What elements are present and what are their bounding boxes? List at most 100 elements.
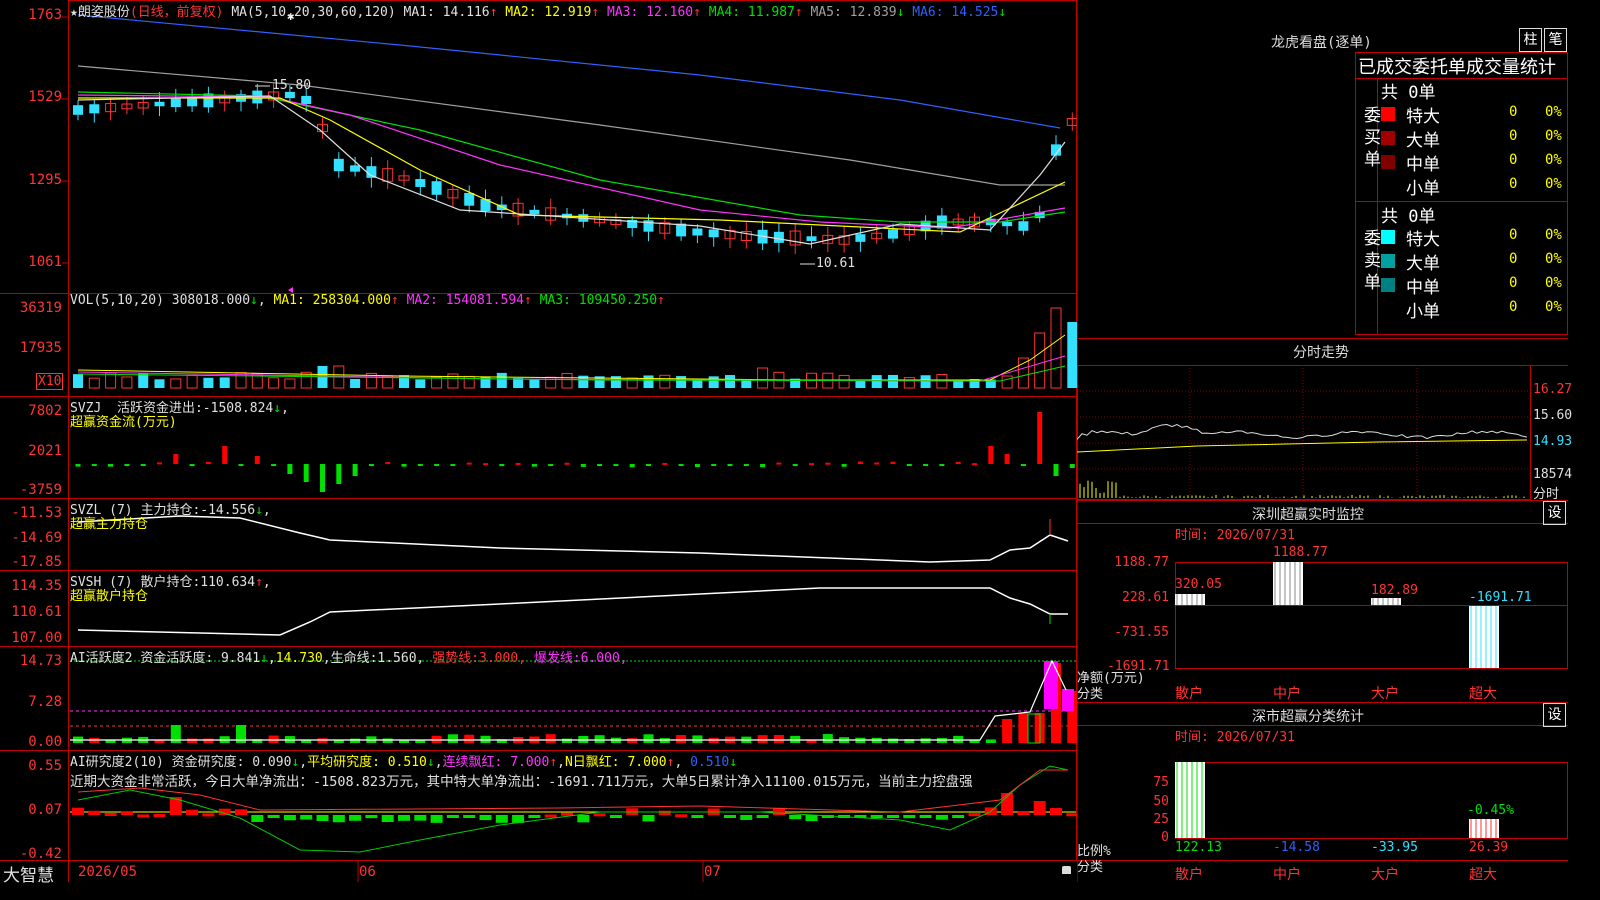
volume-bar — [561, 372, 573, 389]
research-bar — [544, 814, 557, 818]
research-bar — [186, 809, 199, 815]
volume-bar — [415, 379, 426, 388]
flow-bar — [629, 464, 635, 468]
flow-bar — [890, 461, 896, 464]
low-price-label: 10.61 — [816, 256, 856, 271]
research-bar — [251, 815, 264, 822]
research-bar — [675, 814, 688, 818]
active-bar — [431, 735, 442, 743]
order-row-count: 0 — [1509, 176, 1518, 192]
volume-bar — [676, 376, 687, 388]
research-bar — [691, 815, 704, 818]
sell-total: 共 0单 — [1381, 207, 1436, 227]
research-bar — [495, 815, 508, 823]
order-swatch — [1381, 107, 1395, 121]
active-bar — [350, 738, 361, 743]
vol-ma-value-arrow: ↑ — [657, 293, 665, 308]
active-bar — [594, 735, 605, 743]
research-bar — [528, 815, 541, 818]
order-row-pct: 0% — [1545, 251, 1562, 267]
active-bar — [268, 735, 279, 743]
category-label: 超大 — [1469, 686, 1497, 702]
vol-unit-button[interactable]: X10 — [36, 373, 64, 390]
research-bar — [903, 815, 916, 819]
price-panel-title: ★朗姿股份(日线，前复权) MA(5,10,20,30,60,120) MA1:… — [70, 1, 1006, 20]
main-chart-canvas[interactable]: ✱ — [0, 0, 1077, 882]
flow-bar — [124, 464, 130, 466]
active-top-bar — [1062, 689, 1074, 711]
ai-research-summary: 近期大资金非常活跃，今日大单净流出：-1508.823万元，其中特大单净流出：-… — [70, 774, 973, 790]
order-row-name: 小单 — [1406, 179, 1440, 199]
flow-bar — [825, 462, 831, 465]
flow-bar — [597, 464, 603, 466]
candle-body — [773, 231, 784, 243]
research-bar — [414, 815, 427, 821]
volume-bar — [105, 372, 117, 389]
active-bar — [545, 734, 556, 743]
fenshi-price-line — [1077, 423, 1528, 440]
ma2-line — [78, 97, 1066, 233]
flow-bar — [1037, 412, 1043, 464]
svzj-axis-2: 2021 — [28, 443, 62, 459]
sz-class-unit2: 分类 — [1077, 860, 1104, 875]
category-label: 超大 — [1469, 867, 1497, 883]
flow-bar — [254, 456, 260, 464]
volume-bar — [268, 377, 280, 389]
research-bar — [1017, 811, 1030, 815]
order-row-count: 0 — [1509, 251, 1518, 267]
svzl-axis-1: -11.53 — [11, 505, 62, 521]
lock-icon[interactable] — [1062, 866, 1071, 874]
flow-bar — [646, 464, 651, 466]
ma-value-5: MA5: 12.839 — [802, 5, 897, 20]
flow-bar — [303, 464, 309, 482]
order-row-count: 0 — [1509, 128, 1518, 144]
research-bar — [398, 815, 410, 821]
sz-monitor-axis-3: -731.55 — [1114, 625, 1169, 640]
ma-title: MA(5,10,20,30,60,120) — [231, 5, 396, 20]
research-bar — [805, 815, 818, 822]
date-tick-jul: 07 — [704, 864, 721, 880]
order-swatch — [1381, 278, 1395, 292]
vol-value: 308018.000 — [171, 293, 251, 308]
flow-bar — [385, 462, 391, 465]
flow-bar — [694, 464, 700, 468]
flow-bar — [75, 464, 81, 467]
sz-class-settings-button[interactable]: 设 — [1543, 703, 1566, 727]
research-bar — [153, 814, 166, 818]
sz-class-bar — [1469, 819, 1499, 838]
date-tick-jun: 06 — [359, 864, 376, 880]
ai-research-axis-3: -0.42 — [19, 846, 62, 862]
svsh-axis-3: 107.00 — [11, 630, 62, 646]
vol-panel-title: VOL(5,10,20) 308018.000↓, MA1: 258304.00… — [70, 293, 665, 308]
flow-bar — [939, 464, 945, 466]
research-bar — [267, 815, 280, 818]
volume-bar — [73, 374, 83, 388]
sz-class-frame — [1175, 762, 1568, 839]
sz-monitor-axis-2: 228.61 — [1122, 590, 1169, 605]
bar-mode-button[interactable]: 柱 — [1519, 28, 1542, 52]
sz-monitor-settings-button[interactable]: 设 — [1543, 501, 1566, 525]
research-bar — [789, 815, 802, 820]
flow-bar — [760, 464, 766, 468]
volume-bar — [708, 376, 719, 388]
order-row-name: 中单 — [1406, 155, 1440, 175]
lhb-title: 龙虎看盘(逐单) — [1271, 35, 1372, 51]
volume-bar — [121, 376, 133, 389]
svzl-axis-3: -17.85 — [11, 554, 62, 570]
order-row-name: 大单 — [1406, 254, 1440, 274]
high-price-label: 15.80 — [272, 78, 312, 93]
tick-mode-button[interactable]: 笔 — [1544, 28, 1567, 52]
research-bar — [968, 813, 981, 817]
ai-active-axis-1: 14.73 — [19, 653, 62, 669]
flow-bar — [205, 461, 211, 464]
sz-class-bar-label: -33.95 — [1371, 840, 1418, 855]
research-bar — [365, 815, 378, 819]
category-label: 中户 — [1273, 686, 1301, 702]
sz-monitor-axis-1: 1188.77 — [1114, 555, 1169, 570]
vol-ma-value-arrow: ↑ — [523, 293, 532, 308]
research-bar — [446, 815, 459, 818]
sz-monitor-title: 深圳超赢实时监控 — [1252, 507, 1364, 523]
stock-name: 朗姿股份 — [77, 5, 130, 20]
active-bar — [480, 735, 491, 743]
sz-monitor-bar — [1469, 606, 1499, 668]
